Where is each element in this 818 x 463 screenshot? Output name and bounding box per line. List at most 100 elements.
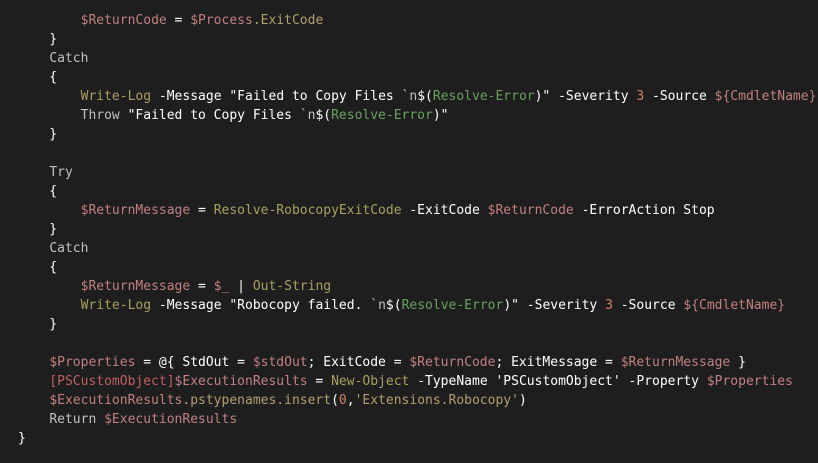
code-token: 'PSCustomObject': [487, 374, 629, 389]
code-token: ): [518, 393, 527, 408]
code-line: $ReturnMessage = $_ | Out-String: [18, 277, 816, 296]
code-token: [PSCustomObject]: [49, 374, 175, 389]
code-token: Write-Log: [80, 89, 152, 104]
code-token: Resolve-Error: [432, 89, 535, 104]
code-token: ${CmdletName}: [683, 298, 786, 313]
code-token: "Robocopy failed.: [221, 298, 371, 313]
code-token: =: [135, 355, 159, 370]
code-token: Resolve-Error: [331, 108, 433, 123]
code-token: Resolve-Error: [401, 298, 504, 313]
code-token: -ExitCode: [409, 203, 480, 218]
code-line: {: [18, 258, 816, 277]
code-token: $(: [417, 89, 433, 104]
code-token: }: [730, 355, 746, 370]
code-editor[interactable]: $ReturnCode = $Process.ExitCode } Catch …: [0, 0, 818, 463]
code-token: $ReturnCode: [409, 355, 496, 370]
code-line: Catch: [18, 49, 816, 68]
code-line: Write-Log -Message "Failed to Copy Files…: [18, 87, 817, 106]
code-line: Catch: [18, 239, 816, 258]
code-token: ; ExitCode =: [307, 355, 410, 370]
code-token: =: [307, 374, 332, 389]
code-token: $ExecutionResults: [49, 393, 183, 408]
code-token: $ReturnMessage: [80, 279, 191, 294]
code-token: Catch: [49, 51, 89, 66]
code-token: )": [432, 108, 449, 123]
code-token: Catch: [49, 241, 89, 256]
code-line: {: [18, 182, 816, 201]
code-token: .ExitCode: [252, 13, 324, 28]
code-token: -Severity: [526, 298, 598, 313]
code-token: `n: [299, 108, 316, 123]
code-line: }: [18, 30, 816, 49]
code-token: }: [18, 222, 58, 237]
code-token: =: [190, 203, 214, 218]
code-line: }: [18, 315, 816, 334]
code-token: ${CmdletName}: [714, 89, 817, 104]
code-token: $(: [315, 108, 332, 123]
code-token: $Properties: [49, 355, 136, 370]
code-token: $stdOut: [252, 355, 308, 370]
code-token: @{ StdOut =: [158, 355, 253, 370]
code-line: $ReturnMessage = Resolve-RobocopyExitCod…: [18, 201, 816, 220]
code-token: Write-Log: [80, 298, 152, 313]
code-token: "Failed to Copy Files: [119, 108, 300, 123]
code-token: -Source: [620, 298, 676, 313]
code-token: $ReturnCode: [80, 13, 167, 28]
code-token: {: [18, 260, 58, 275]
code-token: -Message: [158, 89, 222, 104]
code-text[interactable]: $ReturnCode = $Process.ExitCode } Catch …: [18, 11, 816, 448]
code-token: -Property: [628, 374, 699, 389]
code-token: }: [18, 32, 58, 47]
code-token: $(: [385, 298, 402, 313]
code-token: Try: [49, 165, 73, 180]
code-token: )": [534, 89, 559, 104]
code-token: -Source: [652, 89, 707, 104]
code-token: Stop: [675, 203, 715, 218]
code-token: .pstypenames.insert: [182, 393, 332, 408]
code-token: |: [229, 279, 253, 294]
code-token: -Message: [158, 298, 222, 313]
code-token: =: [166, 13, 191, 28]
code-token: =: [190, 279, 214, 294]
code-token: `n: [401, 89, 418, 104]
code-token: 3: [605, 298, 613, 313]
code-token: -TypeName: [417, 374, 488, 389]
code-line: [PSCustomObject]$ExecutionResults = New-…: [18, 372, 816, 391]
code-token: (: [331, 393, 339, 408]
code-token: }: [18, 127, 58, 142]
code-line: }: [18, 220, 816, 239]
code-token: )": [503, 298, 527, 313]
code-token: $Properties: [706, 374, 793, 389]
code-token: }: [18, 317, 58, 332]
code-token: 'Extensions.Robocopy': [354, 393, 519, 408]
code-token: {: [18, 184, 58, 199]
code-token: 0: [338, 393, 347, 408]
code-token: $ExecutionResults: [104, 412, 238, 427]
code-token: Resolve-RobocopyExitCode: [213, 203, 402, 218]
code-token: ,: [346, 393, 355, 408]
code-line: {: [18, 68, 816, 87]
code-line: $ReturnCode = $Process.ExitCode: [18, 11, 816, 30]
code-token: -ErrorAction: [581, 203, 676, 218]
